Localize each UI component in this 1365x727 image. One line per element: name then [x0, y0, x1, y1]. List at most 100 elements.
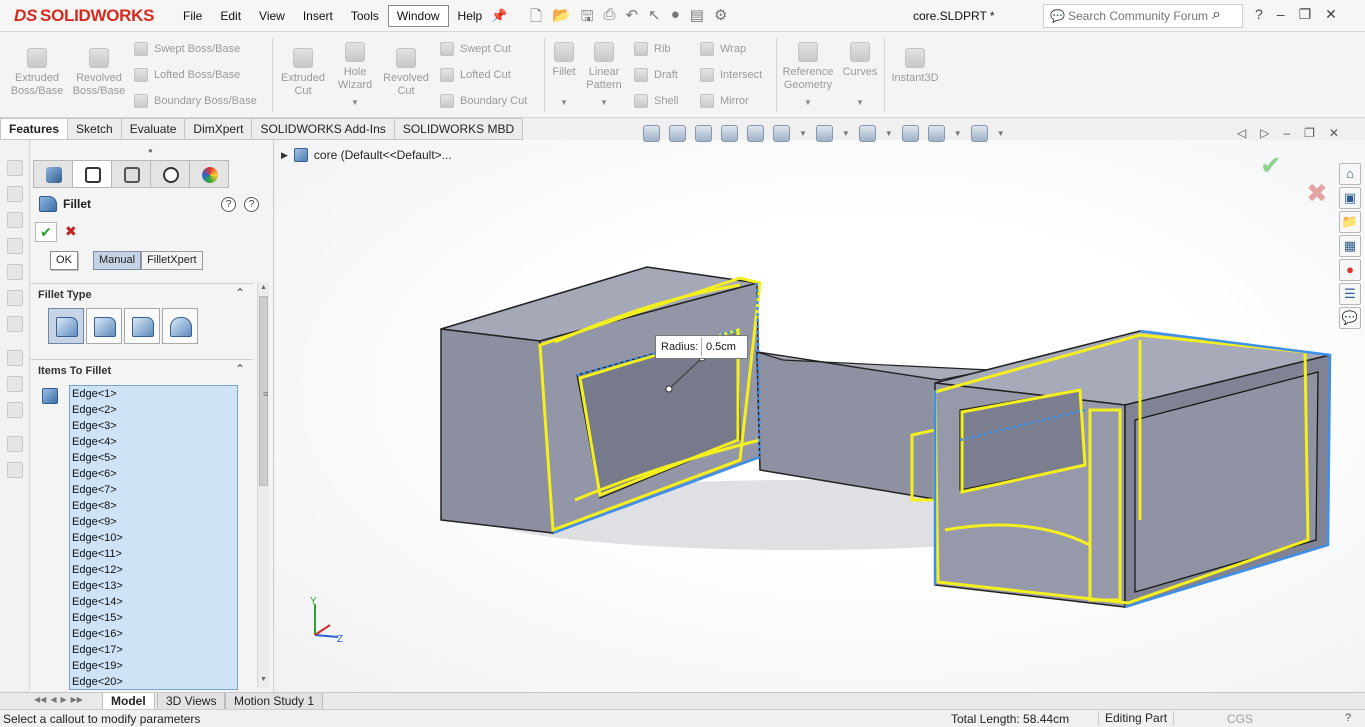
- linear-pattern-button[interactable]: Linear Pattern: [584, 42, 624, 92]
- scroll-down-icon[interactable]: ▼: [260, 676, 267, 683]
- menu-tools[interactable]: Tools: [342, 5, 388, 27]
- revolved-cut-button[interactable]: Revolved Cut: [380, 48, 432, 98]
- items-to-fillet-section[interactable]: Items To Fillet ⌃: [31, 359, 253, 381]
- menu-window[interactable]: Window: [387, 5, 449, 27]
- edge-selection-list[interactable]: Edge<1> Edge<2> Edge<3> Edge<4> Edge<5> …: [69, 385, 238, 690]
- dynamic-annotation-icon[interactable]: [747, 125, 764, 142]
- hide-show-items-icon[interactable]: [858, 125, 876, 142]
- restore-icon[interactable]: ❐: [1299, 6, 1312, 23]
- file-properties-icon[interactable]: ▤: [690, 6, 704, 31]
- list-item[interactable]: Edge<15>: [70, 610, 237, 626]
- tab-model[interactable]: Model: [102, 693, 155, 710]
- loft-strip-icon[interactable]: [7, 238, 23, 254]
- dropdown-icon[interactable]: ▼: [997, 129, 1005, 138]
- fillet-dropdown[interactable]: ▼: [560, 98, 568, 107]
- swept-boss-button[interactable]: Swept Boss/Base: [134, 42, 240, 56]
- forum-icon[interactable]: 💬: [1339, 307, 1361, 329]
- swept-cut-button[interactable]: Swept Cut: [440, 42, 511, 56]
- intersect-button[interactable]: Intersect: [700, 68, 762, 82]
- assembly-strip-icon[interactable]: [7, 436, 23, 452]
- confirm-cancel-icon[interactable]: ✖: [1306, 178, 1328, 209]
- tab-sketch[interactable]: Sketch: [68, 118, 122, 140]
- cut-strip-icon[interactable]: [7, 264, 23, 280]
- mirror-button[interactable]: Mirror: [700, 94, 749, 108]
- feature-tree-flyout[interactable]: ▶ core (Default<<Default>...: [281, 148, 452, 162]
- dropdown-icon[interactable]: ▼: [799, 129, 807, 138]
- fillet-button[interactable]: Fillet: [548, 42, 580, 79]
- menu-file[interactable]: File: [174, 5, 211, 27]
- minimize-icon[interactable]: –: [1277, 6, 1285, 23]
- list-item[interactable]: Edge<11>: [70, 546, 237, 562]
- search-icon[interactable]: ⌕: [1212, 6, 1221, 24]
- instant3d-button[interactable]: Instant3D: [888, 48, 942, 85]
- collapse-right-icon[interactable]: ▷: [1260, 126, 1269, 140]
- curves-dropdown[interactable]: ▼: [856, 98, 864, 107]
- hole-wizard-button[interactable]: Hole Wizard: [332, 42, 378, 92]
- sweep-strip-icon[interactable]: [7, 212, 23, 228]
- list-item[interactable]: Edge<6>: [70, 466, 237, 482]
- zoom-to-fit-icon[interactable]: [643, 125, 660, 142]
- list-item[interactable]: Edge<19>: [70, 658, 237, 674]
- full-round-fillet-button[interactable]: [162, 308, 198, 344]
- lofted-boss-button[interactable]: Lofted Boss/Base: [134, 68, 240, 82]
- appearances-icon[interactable]: ●: [1339, 259, 1361, 281]
- shape-strip-icon[interactable]: [7, 316, 23, 332]
- list-item[interactable]: Edge<3>: [70, 418, 237, 434]
- part-strip-icon[interactable]: [7, 462, 23, 478]
- tab-configuration-manager[interactable]: [111, 160, 151, 188]
- boundary-boss-button[interactable]: Boundary Boss/Base: [134, 94, 257, 108]
- curves-button[interactable]: Curves: [840, 42, 880, 79]
- select-arrow-icon[interactable]: ↖: [648, 6, 661, 31]
- view-settings-icon[interactable]: [970, 125, 988, 142]
- pin-icon[interactable]: 📌: [491, 8, 507, 24]
- tree-root-label[interactable]: core (Default<<Default>...: [314, 148, 452, 162]
- sketch-strip-icon[interactable]: [7, 350, 23, 366]
- reference-geometry-button[interactable]: Reference Geometry: [780, 42, 836, 92]
- list-item[interactable]: Edge<7>: [70, 482, 237, 498]
- list-item[interactable]: Edge<2>: [70, 402, 237, 418]
- cancel-icon[interactable]: ✖: [65, 223, 77, 240]
- confirm-check-icon[interactable]: ✔: [1260, 150, 1282, 181]
- linear-pattern-dropdown[interactable]: ▼: [600, 98, 608, 107]
- face-fillet-button[interactable]: [124, 308, 160, 344]
- design-library-icon[interactable]: ▣: [1339, 187, 1361, 209]
- undo-icon[interactable]: ↶: [626, 6, 639, 31]
- tab-feature-manager[interactable]: [33, 160, 73, 188]
- panel-grip-icon[interactable]: ●: [148, 146, 153, 155]
- expand-arrow-icon[interactable]: ▶: [281, 150, 288, 161]
- search-box[interactable]: 💬 ⌕: [1043, 4, 1243, 28]
- radius-value-field[interactable]: 0.5cm: [701, 338, 745, 356]
- list-item[interactable]: Edge<9>: [70, 514, 237, 530]
- tab-addins[interactable]: SOLIDWORKS Add-Ins: [252, 118, 395, 140]
- open-folder-icon[interactable]: 📂: [552, 6, 571, 31]
- display-strip-icon[interactable]: [7, 402, 23, 418]
- zoom-to-area-icon[interactable]: [669, 125, 686, 142]
- tab-dimxpert-manager[interactable]: [150, 160, 190, 188]
- tools-strip-icon[interactable]: [7, 376, 23, 392]
- ok-button[interactable]: OK: [50, 251, 78, 270]
- home-icon[interactable]: ⌂: [1339, 163, 1361, 185]
- extruded-boss-button[interactable]: Extruded Boss/Base: [8, 48, 66, 98]
- dropdown-icon[interactable]: ▼: [885, 129, 893, 138]
- whats-wrong-icon[interactable]: ?: [221, 197, 236, 212]
- list-item[interactable]: Edge<16>: [70, 626, 237, 642]
- first-tab-icon[interactable]: ◀◀: [34, 695, 46, 704]
- collapse-left-icon[interactable]: ◁: [1237, 126, 1246, 140]
- shell-button[interactable]: Shell: [634, 94, 678, 108]
- radius-callout[interactable]: Radius: 0.5cm: [655, 335, 748, 359]
- help-icon[interactable]: ?: [1255, 6, 1263, 23]
- list-item[interactable]: Edge<12>: [70, 562, 237, 578]
- view-orientation-icon[interactable]: [773, 125, 790, 142]
- boundary-cut-button[interactable]: Boundary Cut: [440, 94, 527, 108]
- help-icon[interactable]: ?: [244, 197, 259, 212]
- ok-check-icon[interactable]: ✔: [35, 222, 57, 242]
- edit-appearance-icon[interactable]: [901, 125, 919, 142]
- view-palette-icon[interactable]: ▦: [1339, 235, 1361, 257]
- search-input[interactable]: [1068, 8, 1208, 24]
- last-tab-icon[interactable]: ▶▶: [71, 695, 83, 704]
- custom-properties-icon[interactable]: ☰: [1339, 283, 1361, 305]
- extruded-cut-button[interactable]: Extruded Cut: [276, 48, 330, 98]
- manual-tab[interactable]: Manual: [93, 251, 142, 270]
- hole-wizard-dropdown[interactable]: ▼: [351, 98, 359, 107]
- rib-button[interactable]: Rib: [634, 42, 671, 56]
